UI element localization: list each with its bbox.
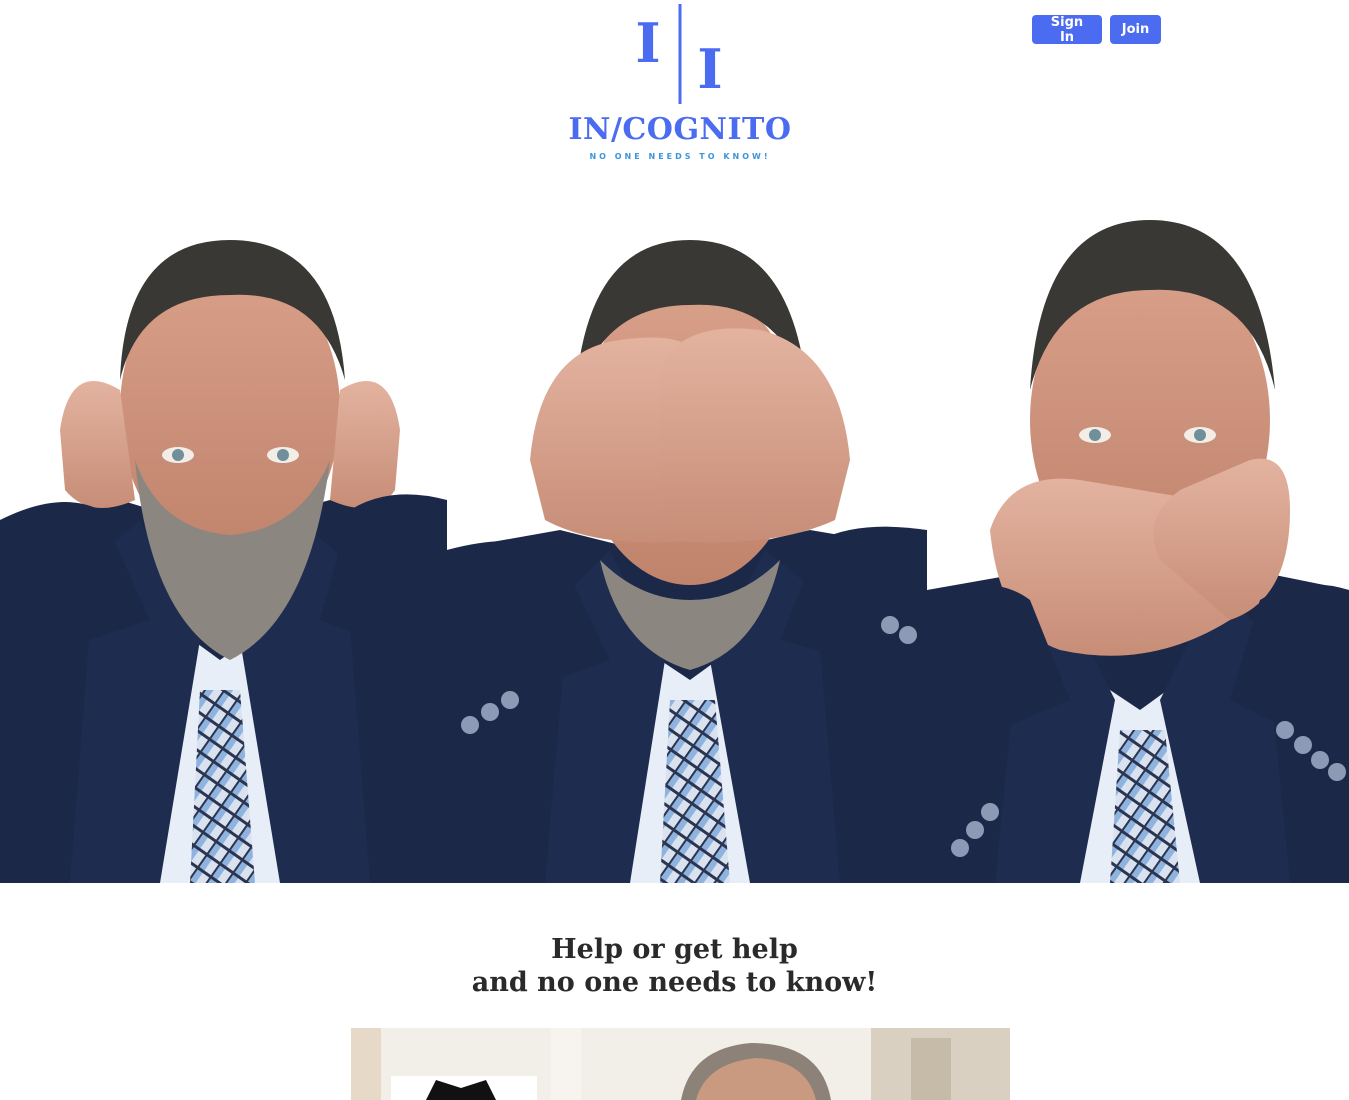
logo[interactable]: I I IN/COGNITO NO ONE NEEDS TO KNOW! bbox=[560, 0, 800, 170]
logo-mark: I I bbox=[635, 4, 723, 104]
logo-mark-left: I bbox=[635, 11, 660, 75]
man-speak-no-evil bbox=[927, 220, 1349, 883]
hero-image bbox=[0, 200, 1349, 883]
teaser-image bbox=[351, 1028, 1010, 1100]
logo-mark-right: I bbox=[697, 37, 722, 101]
logo-title: IN/COGNITO bbox=[568, 112, 792, 147]
man-hear-no-evil bbox=[0, 240, 447, 883]
man-see-no-evil bbox=[447, 240, 927, 883]
header-actions: Sign In Join bbox=[1032, 15, 1161, 45]
headline: Help or get help and no one needs to kno… bbox=[0, 933, 1349, 999]
headline-line-1: Help or get help bbox=[551, 934, 798, 965]
logo-tagline: NO ONE NEEDS TO KNOW! bbox=[589, 152, 771, 161]
page: I I IN/COGNITO NO ONE NEEDS TO KNOW! Sig… bbox=[0, 0, 1349, 1100]
headline-line-2: and no one needs to know! bbox=[471, 967, 878, 998]
join-button[interactable]: Join bbox=[1110, 15, 1161, 44]
sign-in-button[interactable]: Sign In bbox=[1032, 15, 1102, 45]
